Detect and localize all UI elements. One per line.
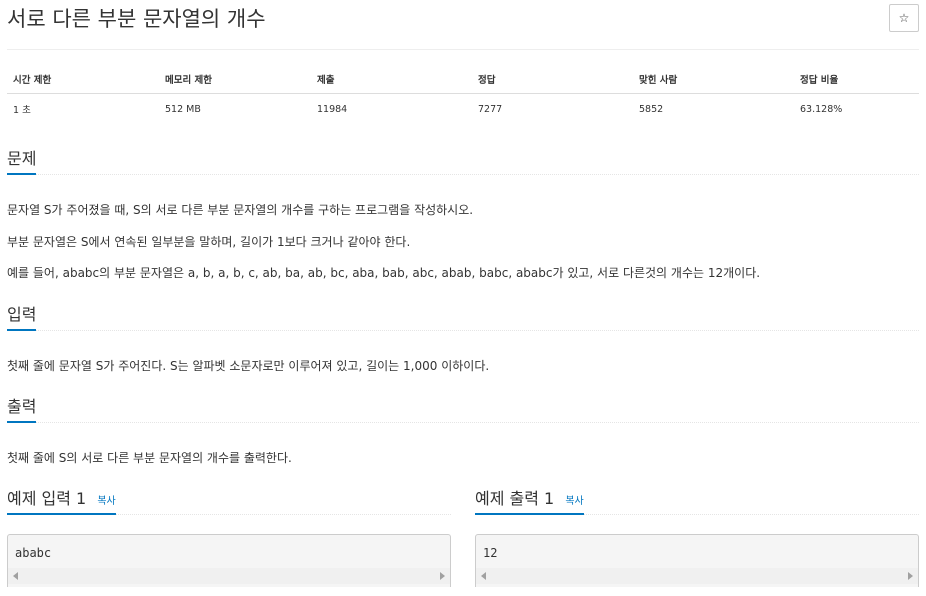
value-memory-limit: 512 MB (165, 103, 201, 115)
input-heading-row: 입력 (7, 304, 919, 331)
value-accepted: 7277 (478, 103, 503, 115)
problem-paragraph: 부분 문자열은 S에서 연속된 일부분을 말하며, 길이가 1보다 크거나 같아… (7, 235, 411, 249)
problem-info-table: 시간 제한 메모리 제한 제출 정답 맞힌 사람 정답 비율 1 초 512 M… (7, 64, 919, 124)
copy-sample-output-link[interactable]: 복사 (565, 496, 583, 507)
header-solvers: 맞힌 사람 (633, 64, 794, 94)
sample-input-heading-group: 예제 입력 1 복사 (7, 488, 116, 515)
copy-sample-input-link[interactable]: 복사 (97, 496, 115, 507)
star-icon: ☆ (898, 11, 910, 25)
header-memory-limit: 메모리 제한 (159, 64, 311, 94)
sample-input-heading-row: 예제 입력 1 복사 (7, 488, 451, 515)
value-time-limit: 1 초 (13, 105, 31, 116)
input-heading: 입력 (7, 304, 37, 331)
output-section: 출력 첫째 줄에 S의 서로 다른 부분 문자열의 개수를 출력한다. (7, 396, 919, 465)
problem-heading: 문제 (7, 148, 37, 175)
scroll-right-arrow-icon[interactable] (908, 572, 913, 580)
output-description: 첫째 줄에 S의 서로 다른 부분 문자열의 개수를 출력한다. (7, 451, 292, 465)
input-section: 입력 첫째 줄에 문자열 S가 주어진다. S는 알파벳 소문자로만 이루어져 … (7, 304, 919, 373)
scroll-left-arrow-icon[interactable] (481, 572, 486, 580)
title-row: 서로 다른 부분 문자열의 개수 ☆ (7, 0, 919, 50)
problem-paragraph: 예를 들어, ababc의 부분 문자열은 a, b, a, b, c, ab,… (7, 266, 761, 280)
problem-heading-row: 문제 (7, 148, 919, 175)
input-description: 첫째 줄에 문자열 S가 주어진다. S는 알파벳 소문자로만 이루어져 있고,… (7, 359, 490, 373)
value-solvers: 5852 (639, 103, 664, 115)
value-submissions: 11984 (317, 103, 348, 115)
header-submissions: 제출 (311, 64, 472, 94)
problem-page: 서로 다른 부분 문자열의 개수 ☆ 시간 제한 메모리 제한 제출 정답 맞힌… (0, 0, 926, 596)
header-accepted: 정답 (472, 64, 633, 94)
page-title: 서로 다른 부분 문자열의 개수 (7, 7, 266, 31)
info-header-row: 시간 제한 메모리 제한 제출 정답 맞힌 사람 정답 비율 (7, 64, 919, 94)
header-accept-ratio: 정답 비율 (794, 64, 919, 94)
output-heading-row: 출력 (7, 396, 919, 423)
scroll-right-arrow-icon[interactable] (440, 572, 445, 580)
sample-output-heading-row: 예제 출력 1 복사 (475, 488, 919, 515)
star-button[interactable]: ☆ (889, 4, 919, 32)
scroll-left-arrow-icon[interactable] (13, 572, 18, 580)
sample-output-section: 예제 출력 1 복사 12 (475, 488, 919, 588)
sample-input-scrollbar[interactable] (7, 568, 451, 584)
sample-output-heading-group: 예제 출력 1 복사 (475, 488, 584, 515)
output-heading: 출력 (7, 396, 37, 423)
problem-paragraph: 문자열 S가 주어졌을 때, S의 서로 다른 부분 문자열의 개수를 구하는 … (7, 203, 474, 217)
problem-section: 문제 문자열 S가 주어졌을 때, S의 서로 다른 부분 문자열의 개수를 구… (7, 148, 919, 280)
value-accept-ratio: 63.128% (800, 103, 843, 115)
sample-output-heading: 예제 출력 1 (475, 489, 555, 508)
info-value-row: 1 초 512 MB 11984 7277 5852 63.128% (7, 94, 919, 125)
sample-input-section: 예제 입력 1 복사 ababc (7, 488, 451, 588)
header-time-limit: 시간 제한 (7, 64, 159, 94)
sample-input-heading: 예제 입력 1 (7, 489, 87, 508)
sample-output-scrollbar[interactable] (475, 568, 919, 584)
